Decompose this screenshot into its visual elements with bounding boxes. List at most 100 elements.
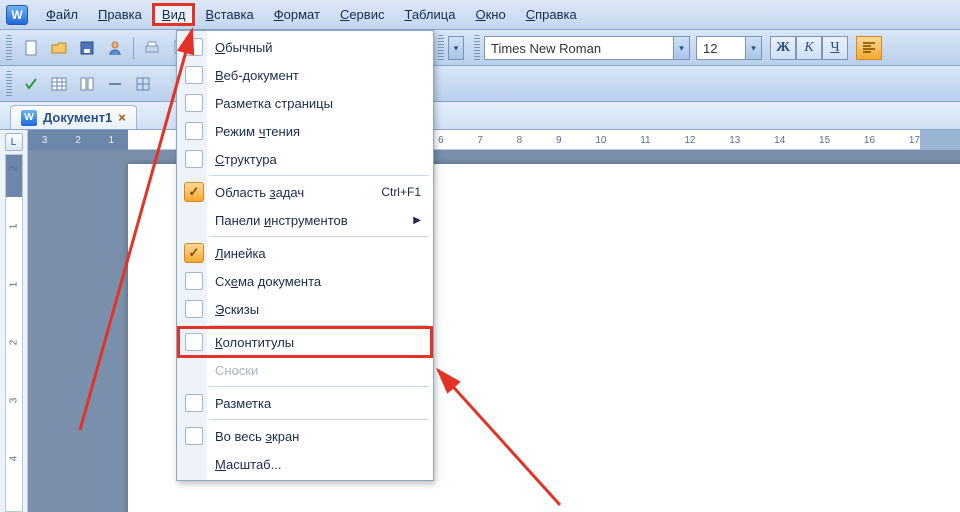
toolbar-button[interactable] — [130, 71, 156, 97]
toolbar-button[interactable] — [102, 71, 128, 97]
ruler-tick: 6 — [438, 135, 444, 146]
menu-item-label: Веб-документ — [209, 68, 421, 83]
standard-toolbar: ▾ Times New Roman ▾ 12 ▾ Ж К Ч — [0, 30, 960, 66]
menu-item-обычный[interactable]: Обычный — [179, 33, 431, 61]
open-button[interactable] — [46, 35, 72, 61]
printer-icon — [144, 40, 160, 56]
bold-button[interactable]: Ж — [770, 36, 796, 60]
floppy-icon — [79, 40, 95, 56]
menu-item-icon: ✓ — [179, 182, 209, 202]
menu-item-эскизы[interactable]: Эскизы — [179, 295, 431, 323]
ruler-tick: 1 — [9, 277, 20, 293]
menu-item-label: Колонтитулы — [209, 335, 421, 350]
menu-item-label: Масштаб... — [209, 457, 421, 472]
columns-icon — [79, 76, 95, 92]
save-button[interactable] — [74, 35, 100, 61]
toolbar-handle[interactable] — [6, 35, 12, 61]
toolbar-handle[interactable] — [474, 35, 480, 61]
menu-separator — [209, 175, 429, 176]
menu-item-label: Структура — [209, 152, 421, 167]
menu-таблица[interactable]: Таблица — [394, 3, 465, 26]
menu-item-icon — [179, 300, 209, 318]
menu-item-область-задач[interactable]: ✓Область задачCtrl+F1 — [179, 178, 431, 206]
toolbar-handle[interactable] — [6, 71, 12, 97]
ruler-tick: 17 — [909, 135, 920, 146]
ruler-tick: 7 — [477, 135, 483, 146]
ruler-tick: 13 — [729, 135, 740, 146]
menu-item-icon — [179, 66, 209, 84]
ruler-tick: 11 — [640, 135, 650, 146]
font-size-arrow[interactable]: ▾ — [746, 36, 762, 60]
insert-table-button[interactable] — [46, 71, 72, 97]
menu-окно[interactable]: Окно — [465, 3, 515, 26]
menu-item-веб-документ[interactable]: Веб-документ — [179, 61, 431, 89]
menu-item-icon — [179, 427, 209, 445]
check-icon — [23, 76, 39, 92]
ruler-tick: 10 — [595, 135, 606, 146]
ruler-tick: 16 — [864, 135, 875, 146]
italic-button[interactable]: К — [796, 36, 822, 60]
ruler-tick: 12 — [684, 135, 695, 146]
vertical-ruler[interactable]: 211234 — [5, 154, 23, 512]
accept-button[interactable] — [18, 71, 44, 97]
menu-item-label: Панели инструментов — [209, 213, 405, 228]
menu-item-icon — [179, 122, 209, 140]
menu-bar: W ФайлПравкаВидВставкаФорматСервисТаблиц… — [0, 0, 960, 30]
ruler-tick: 4 — [9, 451, 20, 467]
menu-item-панели-инструментов[interactable]: Панели инструментов▶ — [179, 206, 431, 234]
menu-item-линейка[interactable]: ✓Линейка — [179, 239, 431, 267]
toolbar-handle[interactable] — [438, 35, 444, 61]
ruler-tick: 2 — [9, 335, 20, 351]
align-left-icon — [862, 42, 876, 54]
menu-вид[interactable]: Вид — [152, 3, 196, 26]
menu-item-разметка[interactable]: Разметка — [179, 389, 431, 417]
menu-item-label: Режим чтения — [209, 124, 421, 139]
menu-item-во-весь-экран[interactable]: Во весь экран — [179, 422, 431, 450]
menu-item-масштаб-[interactable]: Масштаб... — [179, 450, 431, 478]
ruler-tick: 15 — [819, 135, 830, 146]
toolbar-separator — [133, 37, 134, 59]
close-tab-button[interactable]: × — [118, 110, 126, 125]
document-tab-label: Документ1 — [43, 110, 112, 125]
tab-selector-button[interactable]: L — [5, 133, 23, 151]
menu-item-icon — [179, 94, 209, 112]
app-icon: W — [6, 5, 28, 25]
underline-button[interactable]: Ч — [822, 36, 848, 60]
menu-item-колонтитулы[interactable]: Колонтитулы — [179, 328, 431, 356]
view-menu-dropdown: Обычный Веб-документ Разметка страницы Режи… — [176, 30, 434, 481]
font-name-arrow[interactable]: ▾ — [674, 36, 690, 60]
menu-item-разметка-страницы[interactable]: Разметка страницы — [179, 89, 431, 117]
document-tab[interactable]: W Документ1 × — [10, 105, 137, 129]
menu-item-icon — [179, 150, 209, 168]
font-size-combo[interactable]: 12 — [696, 36, 746, 60]
menu-separator — [209, 236, 429, 237]
menu-item-icon — [179, 394, 209, 412]
menu-separator — [209, 325, 429, 326]
secondary-toolbar — [0, 66, 960, 102]
align-left-button[interactable] — [856, 36, 882, 60]
menu-item-label: Разметка страницы — [209, 96, 421, 111]
workspace: L 211234 321 67891011121314151617 — [0, 130, 960, 512]
menu-item-label: Во весь экран — [209, 429, 421, 444]
print-button[interactable] — [139, 35, 165, 61]
new-doc-button[interactable] — [18, 35, 44, 61]
menu-сервис[interactable]: Сервис — [330, 3, 395, 26]
font-name-combo[interactable]: Times New Roman — [484, 36, 674, 60]
menu-item-icon: ✓ — [179, 243, 209, 263]
menu-вставка[interactable]: Вставка — [195, 3, 263, 26]
page-area: 321 67891011121314151617 — [28, 130, 960, 512]
style-dropdown[interactable]: ▾ — [448, 36, 464, 60]
menu-item-структура[interactable]: Структура — [179, 145, 431, 173]
menu-формат[interactable]: Формат — [264, 3, 330, 26]
ruler-tick: 1 — [109, 135, 115, 146]
menu-файл[interactable]: Файл — [36, 3, 88, 26]
menu-item-icon — [179, 272, 209, 290]
menu-правка[interactable]: Правка — [88, 3, 152, 26]
permissions-button[interactable] — [102, 35, 128, 61]
menu-item-схема-документа[interactable]: Схема документа — [179, 267, 431, 295]
menu-item-сноски: Сноски — [179, 356, 431, 384]
menu-справка[interactable]: Справка — [516, 3, 587, 26]
horizontal-ruler[interactable]: 321 67891011121314151617 — [28, 130, 960, 150]
menu-item-режим-чтения[interactable]: Режим чтения — [179, 117, 431, 145]
columns-button[interactable] — [74, 71, 100, 97]
